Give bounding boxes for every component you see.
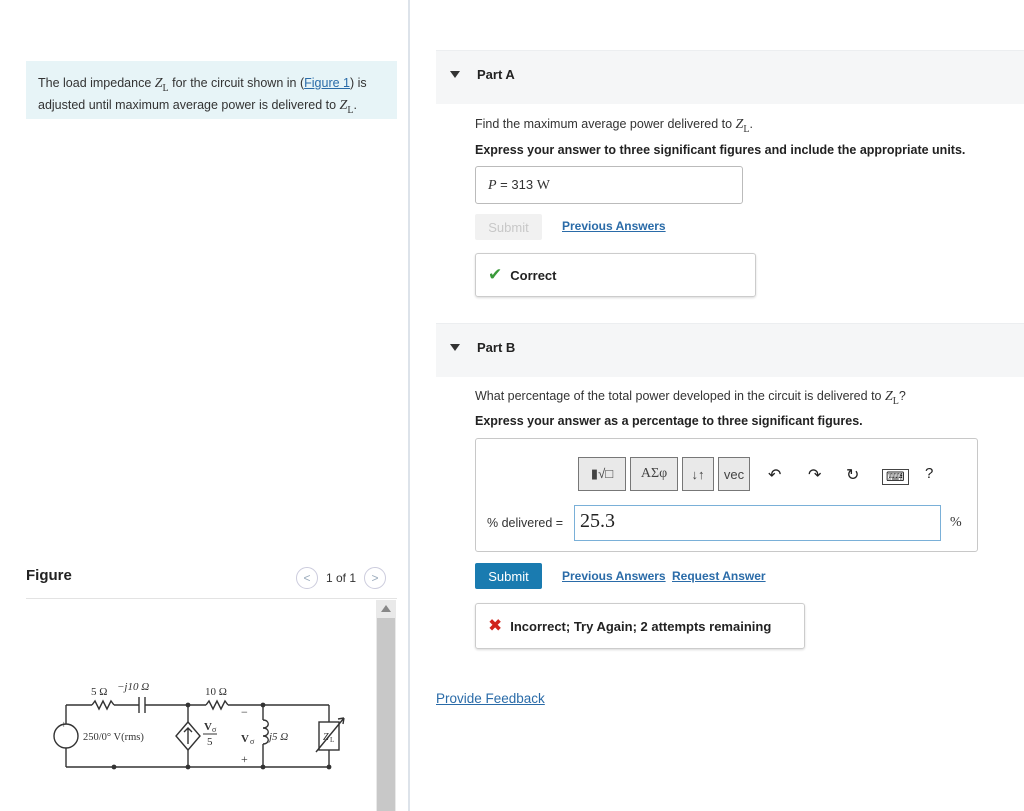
part-a-question: Find the maximum average power delivered…: [475, 117, 753, 135]
chevron-right-icon[interactable]: >: [364, 567, 387, 589]
r2-label: 10 Ω: [205, 686, 227, 698]
left-panel: The load impedance ZL for the circuit sh…: [0, 0, 408, 811]
scrollbar-thumb[interactable]: [377, 618, 395, 811]
part-b-feedback: ✖ Incorrect; Try Again; 2 attempts remai…: [475, 603, 805, 649]
percent-delivered-input[interactable]: 25.3: [574, 505, 941, 541]
part-a-submit-button: Submit: [475, 214, 542, 240]
part-b-answer-editor: ▮√□ ΑΣφ ↓↑ vec ↶ ↷ ↻ ⌨ ? % delivered = 2…: [475, 438, 978, 552]
zl-label: Z: [323, 732, 329, 743]
c1-label: −j10 Ω: [117, 681, 149, 693]
greek-symbols-button[interactable]: ΑΣφ: [630, 457, 678, 491]
chevron-left-icon[interactable]: <: [296, 567, 318, 589]
part-a-answer-value: 313: [511, 177, 534, 192]
percent-delivered-label: % delivered =: [487, 516, 564, 530]
figure-scrollbar[interactable]: [376, 600, 396, 811]
part-b-submit-button[interactable]: Submit: [475, 563, 542, 589]
v-label: V: [241, 733, 249, 745]
part-a-header[interactable]: Part A: [436, 50, 1024, 104]
part-a-answer-field: P = 313 W: [475, 166, 743, 204]
circuit-diagram: 5 Ω −j10 Ω 10 Ω 250/0° V(rms) + V σ 5 − …: [53, 681, 345, 770]
percent-unit: %: [950, 515, 962, 530]
inductor-label: j5 Ω: [267, 731, 288, 743]
part-a-title: Part A: [477, 67, 515, 82]
request-answer-link[interactable]: Request Answer: [672, 569, 766, 583]
part-b-instruction: Express your answer as a percentage to t…: [475, 414, 863, 428]
templates-button[interactable]: ▮√□: [578, 457, 626, 491]
reset-icon[interactable]: ↻: [846, 465, 859, 485]
figure-divider: [26, 598, 397, 599]
figure-page-count: 1 of 1: [326, 571, 357, 585]
v-minus: −: [241, 705, 248, 719]
collapse-triangle-icon[interactable]: [450, 71, 460, 78]
part-b-previous-answers-link[interactable]: Previous Answers: [562, 569, 666, 583]
part-b-title: Part B: [477, 340, 516, 355]
problem-statement: The load impedance ZL for the circuit sh…: [26, 61, 397, 119]
part-b-question: What percentage of the total power devel…: [475, 389, 906, 407]
v-plus: +: [241, 752, 248, 766]
part-b-header[interactable]: Part B: [436, 323, 1024, 377]
r1-label: 5 Ω: [91, 686, 107, 698]
column-divider: [408, 0, 410, 811]
figure-heading: Figure: [26, 567, 72, 584]
provide-feedback-link[interactable]: Provide Feedback: [436, 691, 545, 706]
figure-pager: < 1 of 1 >: [296, 567, 387, 589]
collapse-triangle-icon[interactable]: [450, 344, 460, 351]
help-icon[interactable]: ?: [925, 465, 933, 482]
dep-source-sub: σ: [212, 725, 217, 734]
zl-symbol: ZL: [339, 97, 354, 116]
arrows-button[interactable]: ↓↑: [682, 457, 714, 491]
x-icon: ✖: [488, 616, 503, 635]
dep-source-den: 5: [207, 736, 213, 748]
part-a-previous-answers-link[interactable]: Previous Answers: [562, 219, 666, 233]
source-label: 250/0° V(rms): [83, 732, 144, 743]
figure-link[interactable]: Figure 1: [304, 76, 350, 90]
zl-sub: L: [330, 736, 334, 744]
zl-symbol: ZL: [154, 76, 169, 94]
checkmark-icon: ✔: [488, 265, 503, 284]
undo-icon[interactable]: ↶: [768, 465, 781, 485]
source-plus: +: [61, 720, 67, 731]
vec-button[interactable]: vec: [718, 457, 750, 491]
scroll-up-icon[interactable]: [381, 605, 391, 612]
math-toolbar: ▮√□ ΑΣφ ↓↑ vec: [578, 457, 750, 491]
dep-source-num: V: [204, 721, 212, 733]
keyboard-icon[interactable]: ⌨: [882, 469, 909, 485]
part-a-instruction: Express your answer to three significant…: [475, 143, 966, 157]
part-a-feedback: ✔ Correct: [475, 253, 756, 297]
redo-icon[interactable]: ↷: [808, 465, 821, 485]
v-sub: σ: [250, 737, 255, 746]
